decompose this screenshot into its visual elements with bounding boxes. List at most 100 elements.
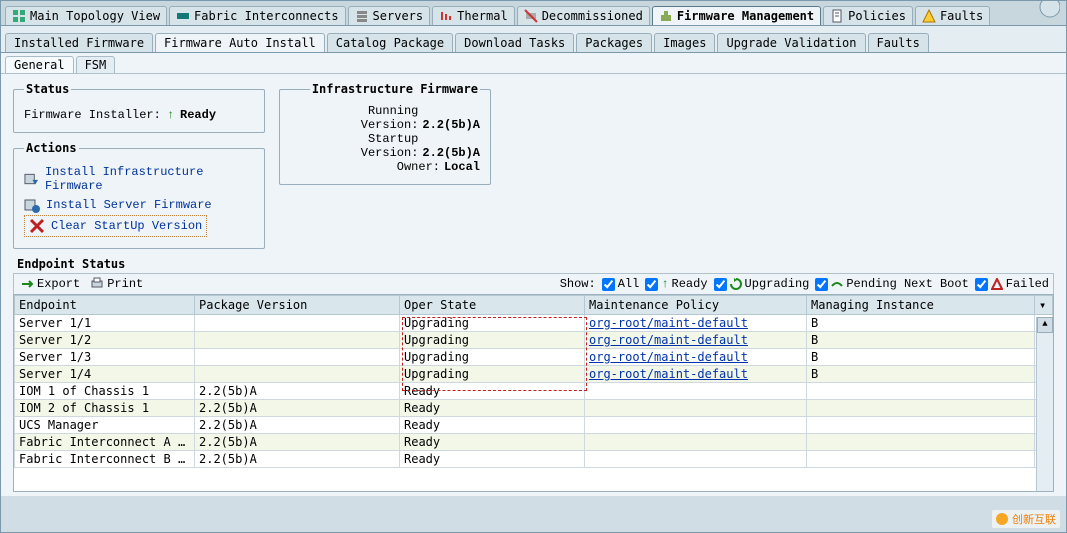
cell-package — [195, 332, 400, 349]
startup-version-value: 2.2(5b)A — [422, 146, 480, 160]
table-row[interactable]: IOM 1 of Chassis 12.2(5b)AReady — [15, 383, 1053, 400]
table-row[interactable]: Server 1/3Upgradingorg-root/maint-defaul… — [15, 349, 1053, 366]
cell-maint[interactable]: org-root/maint-default — [585, 332, 807, 349]
installer-label: Firmware Installer: — [24, 108, 161, 122]
tab-icon — [12, 9, 26, 23]
print-label: Print — [107, 277, 143, 291]
filter-upgrading[interactable]: Upgrading — [714, 277, 810, 291]
cell-maint[interactable]: org-root/maint-default — [585, 366, 807, 383]
tab-label: Servers — [373, 9, 424, 23]
endpoint-table: Endpoint Package Version Oper State Main… — [14, 295, 1053, 468]
main-tab-fabric-interconnects[interactable]: Fabric Interconnects — [169, 6, 346, 25]
table-row[interactable]: Fabric Interconnect B (pri...2.2(5b)ARea… — [15, 451, 1053, 468]
main-tab-decommissioned[interactable]: Decommissioned — [517, 6, 650, 25]
table-row[interactable]: Server 1/2 Upgradingorg-root/maint-defaul… — [15, 332, 1053, 349]
tab-label: Firmware Management — [677, 9, 814, 23]
cell-package: 2.2(5b)A — [195, 434, 400, 451]
table-row[interactable]: IOM 2 of Chassis 12.2(5b)AReady — [15, 400, 1053, 417]
cell-endpoint: UCS Manager — [15, 417, 195, 434]
main-tab-bar: Main Topology View Fabric Interconnects Se… — [1, 1, 1066, 26]
sub-tab-catalog-package[interactable]: Catalog Package — [327, 33, 453, 52]
sub-tab-images[interactable]: Images — [654, 33, 715, 52]
tab-label: Decommissioned — [542, 9, 643, 23]
tab-label: Fabric Interconnects — [194, 9, 339, 23]
infra-firmware-group: Infrastructure Firmware Running Version:… — [279, 82, 491, 185]
subsub-tab-fsm[interactable]: FSM — [76, 56, 116, 73]
cell-endpoint: Server 1/1 — [15, 315, 195, 332]
cell-maint — [585, 417, 807, 434]
cell-endpoint: Server 1/4 — [15, 366, 195, 383]
main-tab-servers[interactable]: Servers — [348, 6, 431, 25]
vertical-scrollbar[interactable]: ▲ — [1036, 317, 1053, 491]
cell-oper: Ready — [400, 417, 585, 434]
col-maint[interactable]: Maintenance Policy — [585, 296, 807, 315]
cell-oper: Ready — [400, 451, 585, 468]
sub-tab-firmware-auto-install[interactable]: Firmware Auto Install — [155, 33, 325, 52]
subsub-tab-general[interactable]: General — [5, 56, 74, 73]
show-filter-group: Show: All ↑Ready Upgrading Pending Next … — [560, 277, 1049, 291]
scroll-up-arrow[interactable]: ▲ — [1037, 317, 1053, 333]
sub-tab-installed-firmware[interactable]: Installed Firmware — [5, 33, 153, 52]
cell-endpoint: Server 1/2 — [15, 332, 195, 349]
col-menu-button[interactable]: ▾ — [1035, 296, 1053, 315]
install-infra-firmware-action[interactable]: Install Infrastructure Firmware — [24, 163, 254, 195]
cell-oper: Upgrading — [400, 332, 585, 349]
install-infra-icon — [24, 171, 39, 187]
install-server-label: Install Server Firmware — [46, 198, 212, 212]
main-tab-thermal[interactable]: Thermal — [432, 6, 515, 25]
pending-icon — [831, 278, 843, 290]
col-managing[interactable]: Managing Instance — [807, 296, 1035, 315]
failed-icon — [991, 278, 1003, 290]
sub-tab-download-tasks[interactable]: Download Tasks — [455, 33, 574, 52]
cell-oper: Upgrading — [400, 315, 585, 332]
installer-state: Ready — [180, 108, 216, 122]
sub-tab-faults[interactable]: Faults — [868, 33, 929, 52]
install-server-firmware-action[interactable]: Install Server Firmware — [24, 195, 254, 215]
cell-maint — [585, 400, 807, 417]
install-server-icon — [24, 197, 40, 213]
filter-ready-checkbox[interactable] — [645, 278, 658, 291]
cell-oper: Upgrading — [400, 349, 585, 366]
watermark-icon — [996, 513, 1008, 525]
export-icon — [20, 277, 34, 291]
print-button[interactable]: Print — [88, 276, 145, 292]
sub-tab-packages[interactable]: Packages — [576, 33, 652, 52]
tab-icon — [524, 9, 538, 23]
cell-maint[interactable]: org-root/maint-default — [585, 315, 807, 332]
table-row[interactable]: UCS Manager2.2(5b)AReady — [15, 417, 1053, 434]
filter-pending[interactable]: Pending Next Boot — [815, 277, 968, 291]
watermark: 创新互联 — [992, 510, 1060, 528]
cell-maint — [585, 451, 807, 468]
tab-icon — [922, 9, 936, 23]
filter-all[interactable]: All — [602, 277, 640, 291]
filter-upgrading-checkbox[interactable] — [714, 278, 727, 291]
cell-maint[interactable]: org-root/maint-default — [585, 349, 807, 366]
main-tab-faults[interactable]: Faults — [915, 6, 990, 25]
tab-label: Policies — [848, 9, 906, 23]
filter-pending-checkbox[interactable] — [815, 278, 828, 291]
filter-ready[interactable]: ↑Ready — [645, 277, 707, 291]
table-header-row: Endpoint Package Version Oper State Main… — [15, 296, 1053, 315]
table-row[interactable]: Fabric Interconnect A (sub...2.2(5b)ARea… — [15, 434, 1053, 451]
cell-endpoint: Fabric Interconnect A (sub... — [15, 434, 195, 451]
col-package[interactable]: Package Version — [195, 296, 400, 315]
status-legend: Status — [24, 82, 71, 96]
tab-icon — [355, 9, 369, 23]
cell-managing: B — [807, 332, 1035, 349]
main-tab-firmware-management[interactable]: Firmware Management — [652, 6, 821, 25]
table-row[interactable]: Server 1/4Upgradingorg-root/maint-defaul… — [15, 366, 1053, 383]
running-version-value: 2.2(5b)A — [422, 118, 480, 132]
col-oper[interactable]: Oper State — [400, 296, 585, 315]
filter-failed[interactable]: Failed — [975, 277, 1049, 291]
main-tab-main-topology-view[interactable]: Main Topology View — [5, 6, 167, 25]
filter-failed-checkbox[interactable] — [975, 278, 988, 291]
clear-x-icon — [29, 218, 45, 234]
col-endpoint[interactable]: Endpoint — [15, 296, 195, 315]
clear-startup-version-action[interactable]: Clear StartUp Version — [24, 215, 207, 237]
filter-all-checkbox[interactable] — [602, 278, 615, 291]
table-row[interactable]: Server 1/1 Upgradingorg-root/maint-defaul… — [15, 315, 1053, 332]
tab-icon — [659, 9, 673, 23]
export-button[interactable]: Export — [18, 276, 82, 292]
sub-tab-upgrade-validation[interactable]: Upgrade Validation — [717, 33, 865, 52]
main-tab-policies[interactable]: Policies — [823, 6, 913, 25]
